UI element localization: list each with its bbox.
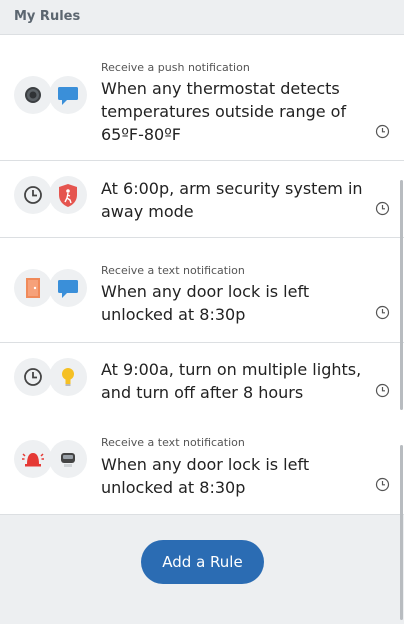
schedule-clock-icon [375,477,390,492]
rule-text: When any door lock is left unlocked at 8… [101,282,310,324]
rule-subtitle: Receive a text notification [101,264,245,277]
rule-row-lights[interactable]: At 9:00a, turn on multiple lights, and t… [0,343,404,420]
rule-icons [14,440,88,478]
right-edge [404,0,408,624]
rule-row-door-lock[interactable]: Receive a text notification When any doo… [0,238,404,343]
alarm-bell-icon [14,440,52,478]
header: My Rules [0,0,404,35]
scrollbar-thumb[interactable] [400,445,403,620]
camera-icon [49,440,87,478]
clock-icon [14,358,52,396]
rule-icons [14,269,88,307]
clock-icon [14,176,52,214]
chat-message-icon [49,269,87,307]
rule-row-security[interactable]: At 6:00p, arm security system in away mo… [0,161,404,238]
schedule-clock-icon [375,305,390,320]
rule-text: When any door lock is left unlocked at 8… [101,455,310,497]
schedule-clock-icon [375,124,390,139]
schedule-clock-icon [375,383,390,398]
schedule-clock-icon [375,201,390,216]
thermostat-icon [14,76,52,114]
chat-message-icon [49,76,87,114]
rule-icons [14,358,88,396]
rule-text: At 9:00a, turn on multiple lights, and t… [101,360,362,402]
rule-text: When any thermostat detects temperatures… [101,79,347,144]
add-rule-button[interactable]: Add a Rule [141,540,264,584]
page-title: My Rules [14,9,81,24]
rule-subtitle: Receive a text notification [101,436,245,449]
lightbulb-icon [49,358,87,396]
rule-row-alarm[interactable]: Receive a text notification When any doo… [0,420,404,515]
rule-icons [14,76,88,114]
scrollbar[interactable] [400,180,403,410]
rule-text: At 6:00p, arm security system in away mo… [101,179,363,221]
rule-row-thermostat[interactable]: Receive a push notification When any the… [0,35,404,161]
security-shield-icon [49,176,87,214]
rule-subtitle: Receive a push notification [101,61,250,74]
door-icon [14,269,52,307]
rule-icons [14,176,88,214]
